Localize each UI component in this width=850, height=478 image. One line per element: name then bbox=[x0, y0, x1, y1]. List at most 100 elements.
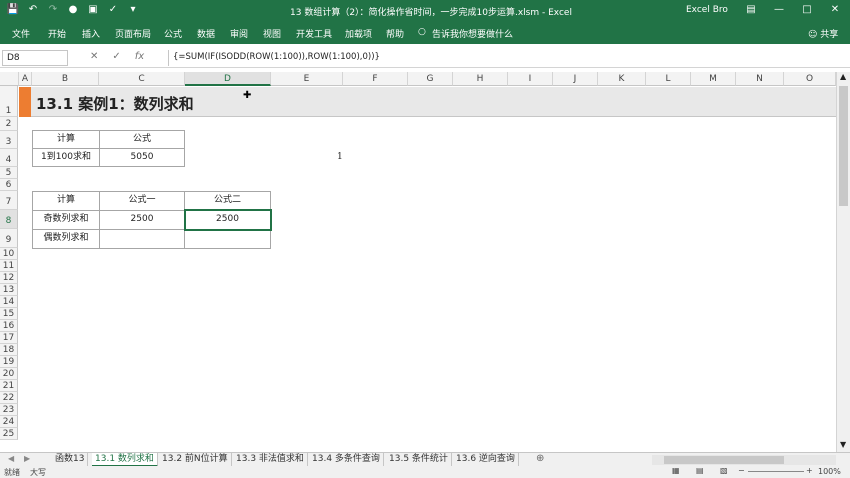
fx-icon[interactable]: fx bbox=[135, 51, 144, 62]
user-name[interactable]: Excel Bro bbox=[686, 5, 728, 15]
table2-row2-formula2[interactable] bbox=[184, 229, 271, 249]
vertical-scrollbar[interactable]: ▲ ▼ bbox=[836, 72, 850, 452]
row-header-7[interactable]: 7 bbox=[0, 191, 18, 210]
row-header-15[interactable]: 15 bbox=[0, 308, 18, 320]
tab-page-layout[interactable]: 页面布局 bbox=[115, 27, 151, 40]
table2-row1-formula1[interactable]: 2500 bbox=[99, 210, 185, 230]
tab-data[interactable]: 数据 bbox=[197, 27, 215, 40]
column-header-e[interactable]: E bbox=[271, 72, 343, 86]
table2-row2-formula1[interactable] bbox=[99, 229, 185, 249]
sheet-tab-1[interactable]: 函数13 bbox=[52, 453, 89, 467]
row-header-13[interactable]: 13 bbox=[0, 284, 18, 296]
row-header-12[interactable]: 12 bbox=[0, 272, 18, 284]
page-break-view-icon[interactable]: ▧ bbox=[720, 466, 728, 475]
sheet-tab-6[interactable]: 13.5 条件统计 bbox=[386, 453, 452, 467]
save-icon[interactable]: 💾 bbox=[6, 3, 20, 17]
zoom-out-icon[interactable]: − bbox=[738, 466, 745, 475]
horizontal-scrollbar[interactable] bbox=[652, 455, 836, 465]
row-header-19[interactable]: 19 bbox=[0, 356, 18, 368]
restore-icon[interactable]: □ bbox=[800, 3, 814, 17]
tab-insert[interactable]: 插入 bbox=[82, 27, 100, 40]
enter-icon[interactable]: ✓ bbox=[112, 51, 120, 62]
worksheet-grid[interactable]: A B C D E F G H I J K L M N O 1 2 3 4 5 … bbox=[0, 72, 836, 452]
row-header-24[interactable]: 24 bbox=[0, 416, 18, 428]
tab-home[interactable]: 开始 bbox=[48, 27, 66, 40]
tab-addins[interactable]: 加载项 bbox=[345, 27, 372, 40]
page-layout-view-icon[interactable]: ▤ bbox=[696, 466, 704, 475]
column-header-j[interactable]: J bbox=[553, 72, 598, 86]
row-header-23[interactable]: 23 bbox=[0, 404, 18, 416]
name-box[interactable]: D8 bbox=[2, 50, 68, 66]
table2-header-calc[interactable]: 计算 bbox=[32, 191, 100, 211]
row-header-20[interactable]: 20 bbox=[0, 368, 18, 380]
tab-review[interactable]: 审阅 bbox=[230, 27, 248, 40]
record-icon[interactable]: ● bbox=[66, 3, 80, 17]
column-header-m[interactable]: M bbox=[691, 72, 736, 86]
close-icon[interactable]: ✕ bbox=[828, 3, 842, 17]
camera-icon[interactable]: ▣ bbox=[86, 3, 100, 17]
table2-header-formula2[interactable]: 公式二 bbox=[184, 191, 271, 211]
sheet-tab-5[interactable]: 13.4 多条件查询 bbox=[309, 453, 384, 467]
scroll-up-icon[interactable]: ▲ bbox=[840, 72, 846, 81]
row-header-5[interactable]: 5 bbox=[0, 167, 18, 179]
table2-row1-label[interactable]: 奇数列求和 bbox=[32, 210, 100, 230]
column-header-k[interactable]: K bbox=[598, 72, 646, 86]
column-header-d[interactable]: D bbox=[185, 72, 271, 86]
zoom-in-icon[interactable]: + bbox=[806, 466, 813, 475]
tab-formulas[interactable]: 公式 bbox=[164, 27, 182, 40]
row-header-6[interactable]: 6 bbox=[0, 179, 18, 191]
row-header-4[interactable]: 4 bbox=[0, 149, 18, 167]
row-header-1[interactable]: 1 bbox=[0, 86, 18, 117]
table1-cell-label[interactable]: 1到100求和 bbox=[32, 148, 100, 167]
zoom-level[interactable]: 100% bbox=[818, 467, 841, 476]
column-header-l[interactable]: L bbox=[646, 72, 691, 86]
column-header-b[interactable]: B bbox=[32, 72, 99, 86]
table2-header-formula1[interactable]: 公式一 bbox=[99, 191, 185, 211]
row-header-10[interactable]: 10 bbox=[0, 248, 18, 260]
sheet-tab-4[interactable]: 13.3 非法值求和 bbox=[233, 453, 308, 467]
table1-header-calc[interactable]: 计算 bbox=[32, 130, 100, 149]
ribbon-options-icon[interactable]: ▤ bbox=[744, 3, 758, 17]
table2-row2-label[interactable]: 偶数列求和 bbox=[32, 229, 100, 249]
tab-file[interactable]: 文件 bbox=[12, 27, 30, 40]
row-header-9[interactable]: 9 bbox=[0, 229, 18, 248]
row-header-22[interactable]: 22 bbox=[0, 392, 18, 404]
row-header-3[interactable]: 3 bbox=[0, 131, 18, 149]
column-header-a[interactable]: A bbox=[19, 72, 32, 86]
table1-cell-value[interactable]: 5050 bbox=[99, 148, 185, 167]
row-header-21[interactable]: 21 bbox=[0, 380, 18, 392]
column-header-h[interactable]: H bbox=[453, 72, 508, 86]
row-header-16[interactable]: 16 bbox=[0, 320, 18, 332]
tell-me-search[interactable]: 告诉我你想要做什么 bbox=[432, 27, 513, 40]
sheet-tab-3[interactable]: 13.2 前N位计算 bbox=[159, 453, 232, 467]
row-header-11[interactable]: 11 bbox=[0, 260, 18, 272]
redo-icon[interactable]: ↷ bbox=[46, 3, 60, 17]
column-header-g[interactable]: G bbox=[408, 72, 453, 86]
minimize-icon[interactable]: — bbox=[772, 3, 786, 17]
column-header-n[interactable]: N bbox=[736, 72, 784, 86]
row-header-17[interactable]: 17 bbox=[0, 332, 18, 344]
column-header-o[interactable]: O bbox=[784, 72, 836, 86]
scroll-thumb[interactable] bbox=[839, 86, 848, 206]
tab-view[interactable]: 视图 bbox=[263, 27, 281, 40]
formula-input[interactable]: {=SUM(IF(ISODD(ROW(1:100)),ROW(1:100),0)… bbox=[168, 50, 836, 66]
stray-cell-text[interactable]: 1 bbox=[337, 152, 343, 162]
tab-scroll-left-icon[interactable]: ◀ bbox=[8, 454, 14, 463]
hscroll-thumb[interactable] bbox=[664, 456, 784, 464]
sheet-tab-2[interactable]: 13.1 数列求和 bbox=[92, 453, 158, 467]
scroll-down-icon[interactable]: ▼ bbox=[840, 440, 846, 449]
column-header-c[interactable]: C bbox=[99, 72, 185, 86]
undo-icon[interactable]: ↶ bbox=[26, 3, 40, 17]
add-sheet-icon[interactable]: ⊕ bbox=[536, 453, 544, 464]
tab-help[interactable]: 帮助 bbox=[386, 27, 404, 40]
row-header-2[interactable]: 2 bbox=[0, 117, 18, 131]
select-all-corner[interactable] bbox=[0, 72, 19, 86]
active-cell-selection[interactable] bbox=[184, 209, 272, 231]
tab-scroll-right-icon[interactable]: ▶ bbox=[24, 454, 30, 463]
customize-icon[interactable]: ▾ bbox=[126, 3, 140, 17]
zoom-slider[interactable] bbox=[748, 471, 804, 472]
column-header-i[interactable]: I bbox=[508, 72, 553, 86]
row-header-18[interactable]: 18 bbox=[0, 344, 18, 356]
cancel-icon[interactable]: ✕ bbox=[90, 51, 98, 62]
tab-developer[interactable]: 开发工具 bbox=[296, 27, 332, 40]
